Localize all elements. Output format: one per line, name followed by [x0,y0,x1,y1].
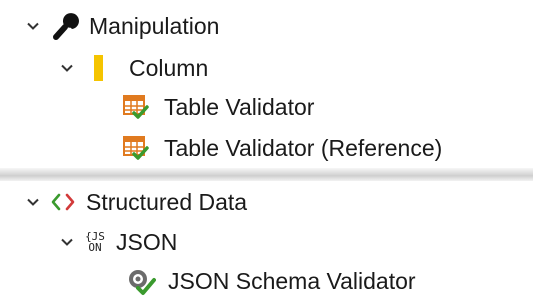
tree-node-json[interactable]: {JS ON JSON [56,224,177,260]
tree-item-table-validator[interactable]: Table Validator [122,89,314,125]
tree-node-manipulation[interactable]: Manipulation [22,8,219,44]
tree-item-json-schema-validator[interactable]: JSON Schema Validator [126,263,416,299]
chevron-down-icon[interactable] [56,231,78,253]
chevron-down-icon[interactable] [22,15,44,37]
tree-panel-bottom: Structured Data {JS ON JSON JSON Schema … [0,181,533,304]
tree-node-label: Structured Data [86,188,248,215]
json-icon-text-bottom: ON [88,241,102,254]
tree-panel-top: Manipulation Column Table Validator Tabl… [0,0,533,168]
tree-item-label: Table Validator [164,93,315,120]
tree-item-label: JSON Schema Validator [168,267,416,294]
chevron-down-icon[interactable] [56,57,78,79]
tree-node-label: Manipulation [89,12,220,39]
wrench-icon [50,11,80,41]
chevron-down-icon[interactable] [22,191,44,213]
table-validator-icon [122,134,150,162]
table-validator-icon [122,93,150,121]
tree-item-label: Table Validator (Reference) [164,134,443,161]
json-icon: {JS ON [80,231,110,253]
json-schema-validator-icon [126,266,156,296]
tree-item-table-validator-reference[interactable]: Table Validator (Reference) [122,130,442,166]
tree-node-structured-data[interactable]: Structured Data [22,184,247,220]
tree-node-label: Column [129,54,209,81]
tree-node-column[interactable]: Column [56,50,208,86]
code-brackets-icon [50,191,76,213]
column-marker-icon [84,55,112,81]
panel-separator [0,168,533,181]
tree-node-label: JSON [116,228,178,255]
